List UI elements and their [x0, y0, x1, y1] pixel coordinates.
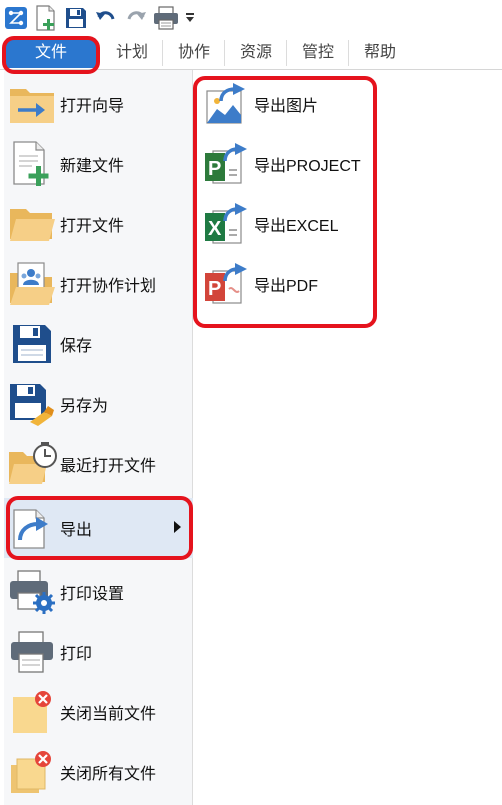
close-file-icon — [4, 682, 60, 742]
tab-divider — [286, 40, 287, 66]
tab-divider — [348, 40, 349, 66]
submenu-item-export-image[interactable]: 导出图片 — [198, 74, 388, 134]
undo-icon[interactable] — [93, 4, 119, 32]
ribbon-tabs: 文件 计划 协作 资源 管控 帮助 — [0, 36, 502, 70]
menu-item-label: 关闭当前文件 — [60, 706, 157, 723]
menu-item-label: 保存 — [60, 338, 93, 355]
project-file-icon: P — [198, 134, 254, 194]
tab-collaborate[interactable]: 协作 — [166, 36, 222, 70]
submenu-item-export-pdf[interactable]: P 导出PDF — [198, 254, 388, 314]
menu-item-label: 打印设置 — [60, 586, 125, 603]
submenu-item-label: 导出PROJECT — [254, 158, 361, 175]
submenu-item-label: 导出PDF — [254, 278, 319, 295]
print-icon — [4, 622, 60, 682]
tab-plan[interactable]: 计划 — [104, 36, 160, 70]
menu-item-export[interactable]: 导出 — [4, 498, 193, 558]
file-menu: 打开向导 新建文件 打开文件 打开协作计划 保存 另存为 最近打开文件 导出 打… — [4, 70, 193, 805]
svg-text:X: X — [208, 218, 222, 240]
menu-item-print[interactable]: 打印 — [4, 622, 193, 682]
redo-icon[interactable] — [123, 4, 149, 32]
close-all-files-icon — [4, 742, 60, 802]
menu-item-close-current[interactable]: 关闭当前文件 — [4, 682, 193, 742]
menu-item-save[interactable]: 保存 — [4, 314, 193, 374]
print-icon[interactable] — [153, 4, 179, 32]
menu-item-close-all[interactable]: 关闭所有文件 — [4, 742, 193, 802]
menu-item-open-collab-plan[interactable]: 打开协作计划 — [4, 254, 193, 314]
menu-item-label: 打开向导 — [60, 98, 125, 115]
tab-help[interactable]: 帮助 — [352, 36, 408, 70]
tab-resources[interactable]: 资源 — [228, 36, 284, 70]
menu-item-save-as[interactable]: 另存为 — [4, 374, 193, 434]
menu-item-label: 导出 — [60, 522, 93, 539]
svg-text:P: P — [208, 158, 221, 180]
pdf-file-icon: P — [198, 254, 254, 314]
menu-item-label: 另存为 — [60, 398, 109, 415]
tab-divider — [224, 40, 225, 66]
export-icon — [4, 498, 60, 558]
menu-item-label: 最近打开文件 — [60, 458, 157, 475]
collab-folder-icon — [4, 254, 60, 314]
svg-text:P: P — [208, 278, 221, 300]
submenu-item-export-excel[interactable]: X 导出EXCEL — [198, 194, 388, 254]
export-submenu: 导出图片 P 导出PROJECT X 导出EXCEL P 导出PDF — [194, 70, 502, 805]
folder-icon — [4, 194, 60, 254]
save-icon — [4, 314, 60, 374]
submenu-item-label: 导出EXCEL — [254, 218, 339, 235]
submenu-item-label: 导出图片 — [254, 98, 319, 115]
save-as-icon — [4, 374, 60, 434]
quick-access-toolbar — [0, 0, 502, 36]
menu-item-open-wizard[interactable]: 打开向导 — [4, 74, 193, 134]
menu-item-print-settings[interactable]: 打印设置 — [4, 562, 193, 622]
menu-item-label: 打开协作计划 — [60, 278, 157, 295]
menu-item-label: 新建文件 — [60, 158, 125, 175]
app-logo-icon[interactable] — [3, 4, 29, 32]
open-wizard-icon — [4, 74, 60, 134]
export-image-icon — [198, 74, 254, 134]
print-settings-icon — [4, 562, 60, 622]
excel-file-icon: X — [198, 194, 254, 254]
new-file-icon — [4, 134, 60, 194]
recent-files-icon — [4, 434, 60, 494]
tab-divider — [162, 40, 163, 66]
menu-item-recent-files[interactable]: 最近打开文件 — [4, 434, 193, 494]
submenu-item-export-project[interactable]: P 导出PROJECT — [198, 134, 388, 194]
customize-dropdown-icon[interactable] — [183, 4, 197, 32]
tab-control[interactable]: 管控 — [290, 36, 346, 70]
menu-item-label: 打开文件 — [60, 218, 125, 235]
menu-item-open-file[interactable]: 打开文件 — [4, 194, 193, 254]
tab-file[interactable]: 文件 — [6, 38, 96, 68]
menu-item-label: 打印 — [60, 646, 93, 663]
menu-item-new-file[interactable]: 新建文件 — [4, 134, 193, 194]
new-file-icon[interactable] — [33, 4, 59, 32]
save-icon[interactable] — [63, 4, 89, 32]
submenu-arrow-icon — [174, 521, 181, 533]
menu-item-label: 关闭所有文件 — [60, 766, 157, 783]
